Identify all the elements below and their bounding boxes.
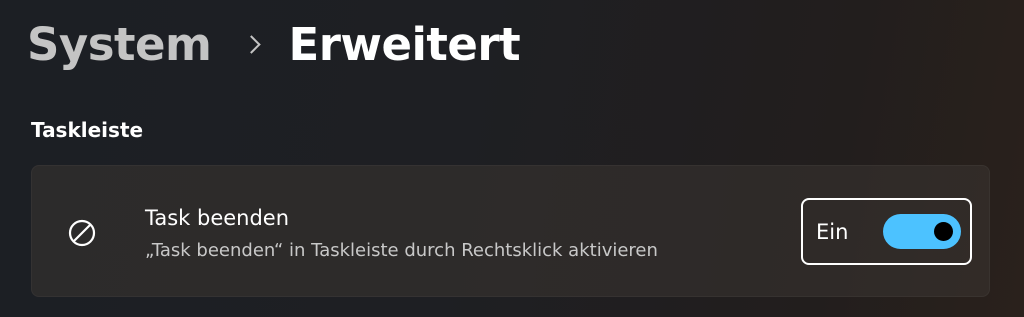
page-title: Erweitert — [288, 17, 521, 71]
toggle-state-label: Ein — [816, 219, 849, 244]
toggle-knob — [934, 222, 953, 241]
setting-title: Task beenden — [145, 206, 290, 230]
block-icon — [67, 218, 97, 248]
task-beenden-toggle[interactable]: Ein — [801, 198, 972, 265]
breadcrumb-system-link[interactable]: System — [27, 18, 212, 71]
breadcrumb: System Erweitert — [27, 14, 521, 74]
section-title-taskleiste: Taskleiste — [31, 118, 144, 142]
toggle-switch[interactable] — [883, 214, 961, 249]
setting-card-task-beenden: Task beenden „Task beenden“ in Taskleist… — [31, 165, 990, 297]
chevron-right-icon — [242, 34, 262, 54]
setting-description: „Task beenden“ in Taskleiste durch Recht… — [145, 240, 658, 261]
